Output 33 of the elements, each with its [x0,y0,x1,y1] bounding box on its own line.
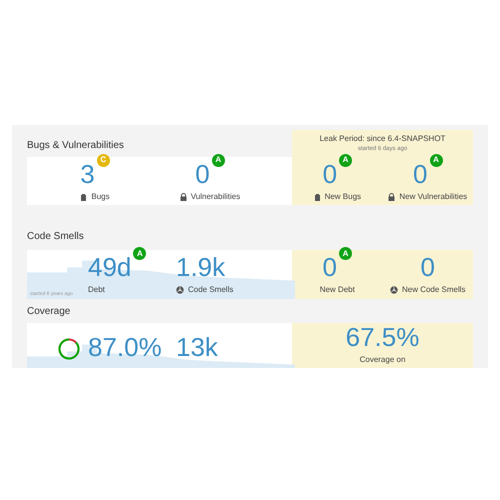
rating-badge: A [339,247,352,260]
metric-value[interactable]: 13k [176,333,218,361]
metric-value[interactable]: 0 [413,160,428,188]
lock-icon [388,192,396,200]
metric-label: Code Smells [188,284,234,296]
section-title: Bugs & Vulnerabilities [27,139,125,153]
rating-badge: A [212,154,225,166]
metric-value[interactable]: 0 [420,253,435,281]
metric-value[interactable]: 0 [322,160,338,188]
leak-period-title: Leak Period: since 6.4-SNAPSHOT [320,133,446,145]
metric-label: Vulnerabilities [190,190,240,202]
section-title: Coverage [27,305,72,319]
metric-label: Bugs [91,190,110,202]
metric-label: New Bugs [324,190,362,202]
metric-value[interactable]: 3 [80,160,95,188]
lock-icon [180,192,187,200]
metric-value[interactable]: 1.9k [176,253,226,281]
radiation-icon [390,286,398,294]
coverage-donut-icon [58,338,80,360]
metric-value[interactable]: 49d [88,253,132,281]
rating-badge: A [133,247,146,260]
metric-value[interactable]: 0 [322,253,337,281]
metric-label: New Code Smells [402,284,466,296]
section-title: Code Smells [27,230,85,244]
metric-label: New Vulnerabilities [399,190,468,202]
metric-value[interactable]: 87.0% [88,333,162,361]
metric-label: Debt [88,284,105,296]
metric-label: New Debt [320,284,355,296]
metric-label: Coverage on [360,354,406,366]
rating-badge: C [96,154,110,166]
metric-value[interactable]: 67.5% [346,323,420,351]
radiation-icon [176,286,184,294]
metric-value[interactable]: 0 [195,160,210,188]
